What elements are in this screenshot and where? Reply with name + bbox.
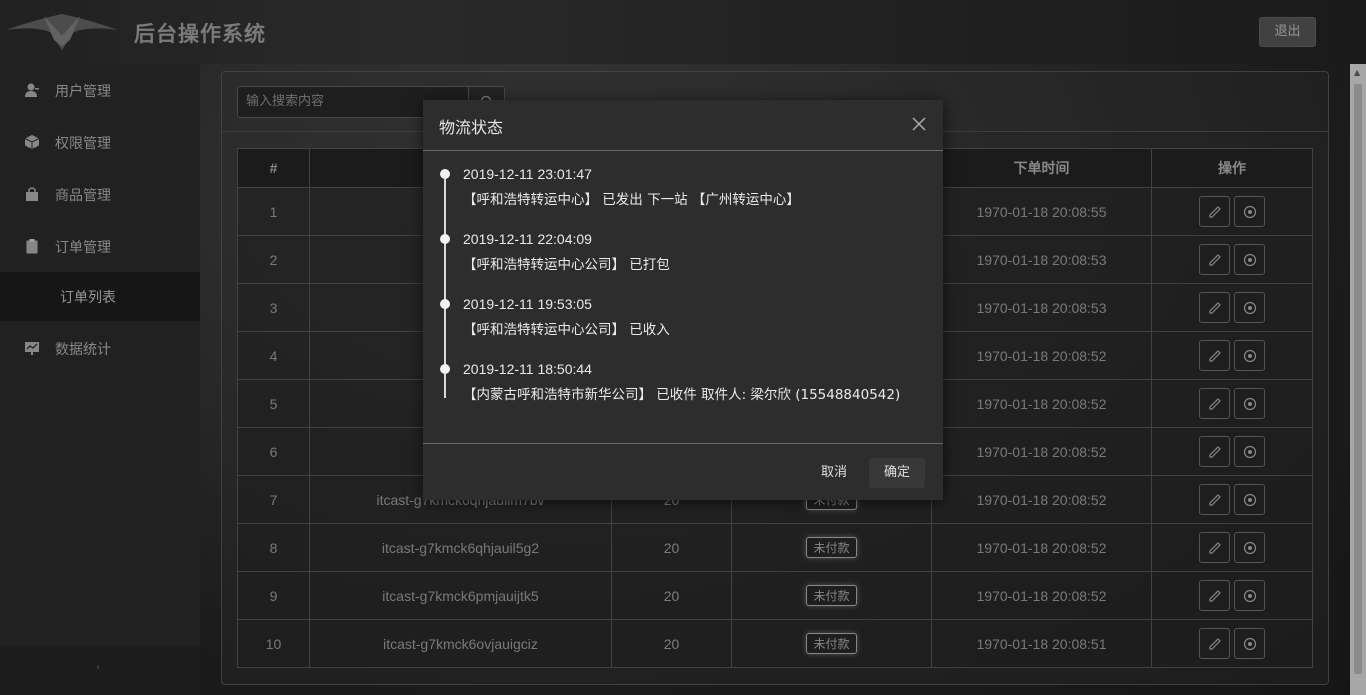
dialog-divider [423,443,943,444]
logistics-dialog: 物流状态 2019-12-11 23:01:47 【呼和浩特转运中心】 已发出 下… [423,100,943,500]
timeline-time: 2019-12-11 19:53:05 [463,296,592,312]
timeline-time: 2019-12-11 18:50:44 [463,361,592,377]
cancel-button[interactable]: 取消 [807,458,861,488]
close-icon[interactable] [912,117,926,131]
dialog-divider [423,150,943,151]
timeline-time: 2019-12-11 23:01:47 [463,166,592,182]
confirm-button[interactable]: 确定 [869,458,925,488]
dialog-title: 物流状态 [439,118,504,137]
timeline-time: 2019-12-11 22:04:09 [463,231,592,247]
timeline-dot [440,234,450,244]
timeline-text: 【呼和浩特转运中心】 已发出 下一站 【广州转运中心】 [463,192,800,208]
timeline-dot [440,364,450,374]
timeline-dot [440,299,450,309]
timeline-text: 【呼和浩特转运中心公司】 已打包 [463,257,670,273]
timeline-dot [440,169,450,179]
timeline-text: 【内蒙古呼和浩特市新华公司】 已收件 取件人: 梁尔欣 (15548840542… [463,387,901,403]
timeline-text: 【呼和浩特转运中心公司】 已收入 [463,322,670,338]
